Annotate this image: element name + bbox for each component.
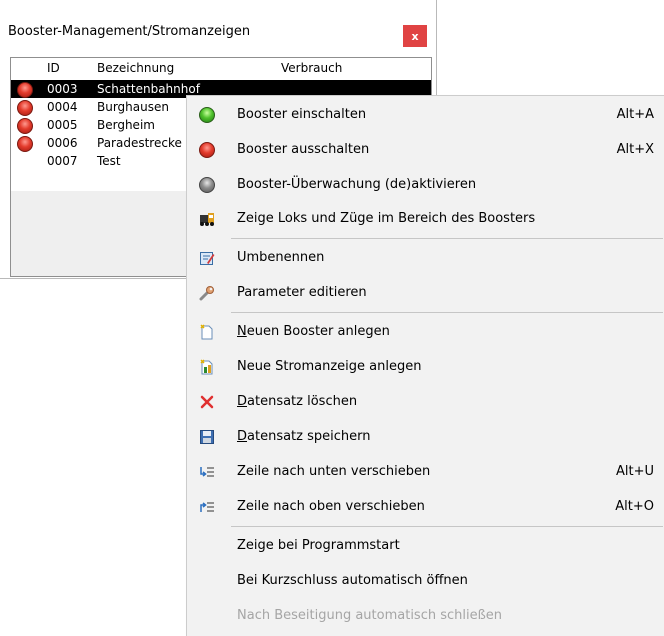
row-id: 0004 <box>47 100 78 114</box>
save-icon <box>200 430 214 444</box>
row-name: Paradestrecke <box>97 136 182 150</box>
menu-item-show-locos[interactable]: Zeige Loks und Züge im Bereich des Boost… <box>187 202 664 236</box>
menu-item-label: Neue Stromanzeige anlegen <box>237 359 422 374</box>
column-header-name[interactable]: Bezeichnung <box>97 61 174 75</box>
menu-item-move-down[interactable]: Zeile nach unten verschieben Alt+U <box>187 455 664 489</box>
menu-separator <box>231 238 663 239</box>
menu-item-label: Parameter editieren <box>237 285 367 300</box>
menu-item-label-rest: euen Booster anlegen <box>246 324 390 339</box>
menu-item-toggle-monitoring[interactable]: Booster-Überwachung (de)aktivieren <box>187 168 664 202</box>
status-red-icon <box>17 100 33 116</box>
status-red-icon <box>17 82 33 98</box>
menu-item-label: Datensatz speichern <box>237 429 370 444</box>
locomotive-icon <box>200 213 214 226</box>
menu-item-new-meter[interactable]: Neue Stromanzeige anlegen <box>187 350 664 384</box>
menu-item-label: Booster einschalten <box>237 107 367 122</box>
gray-light-icon <box>199 177 215 193</box>
row-id: 0007 <box>47 154 78 168</box>
row-id: 0005 <box>47 118 78 132</box>
menu-item-save-record[interactable]: Datensatz speichern <box>187 420 664 454</box>
move-down-icon <box>200 467 214 477</box>
menu-item-shortcut: Alt+O <box>615 499 654 514</box>
window-title: Booster-Management/Stromanzeigen <box>8 24 251 39</box>
row-name: Burghausen <box>97 100 169 114</box>
menu-item-label: Booster ausschalten <box>237 142 370 157</box>
delete-icon <box>200 395 214 409</box>
menu-item-show-at-startup[interactable]: Zeige bei Programmstart <box>187 529 664 563</box>
context-menu: Booster einschalten Alt+A Booster aussch… <box>186 95 664 636</box>
menu-separator <box>231 312 663 313</box>
menu-item-shortcut: Alt+X <box>616 142 654 157</box>
move-up-icon <box>200 502 214 512</box>
mnemonic-letter: D <box>237 394 248 409</box>
menu-item-label: Booster-Überwachung (de)aktivieren <box>237 177 477 192</box>
title-bar[interactable]: Booster-Management/Stromanzeigen x <box>0 0 436 56</box>
menu-item-label: Datensatz löschen <box>237 394 357 409</box>
menu-item-label-rest: atensatz löschen <box>247 394 358 409</box>
row-name: Test <box>97 154 121 168</box>
row-name: Bergheim <box>97 118 155 132</box>
menu-item-label: Nach Beseitigung automatisch schließen <box>237 608 503 623</box>
close-button[interactable]: x <box>403 25 427 47</box>
menu-item-booster-on[interactable]: Booster einschalten Alt+A <box>187 98 664 132</box>
row-id: 0003 <box>47 82 78 96</box>
red-light-icon <box>199 142 215 158</box>
menu-item-label: Zeige bei Programmstart <box>237 538 400 553</box>
row-id: 0006 <box>47 136 78 150</box>
status-red-icon <box>17 136 33 152</box>
new-document-icon <box>200 324 213 340</box>
mnemonic-letter: D <box>237 429 248 444</box>
menu-item-label: Neuen Booster anlegen <box>237 324 390 339</box>
menu-item-label: Bei Kurzschluss automatisch öffnen <box>237 573 468 588</box>
menu-item-shortcut: Alt+U <box>615 464 654 479</box>
list-header: ID Bezeichnung Verbrauch <box>11 58 431 78</box>
menu-item-label-rest: atensatz speichern <box>247 429 371 444</box>
menu-item-booster-off[interactable]: Booster ausschalten Alt+X <box>187 133 664 167</box>
menu-item-label: Umbenennen <box>237 250 325 265</box>
row-name: Schattenbahnhof <box>97 82 200 96</box>
green-light-icon <box>199 107 215 123</box>
menu-item-label: Zeile nach unten verschieben <box>237 464 431 479</box>
column-header-usage[interactable]: Verbrauch <box>281 61 342 75</box>
menu-separator <box>231 526 663 527</box>
menu-item-move-up[interactable]: Zeile nach oben verschieben Alt+O <box>187 490 664 524</box>
wrench-icon <box>199 286 214 301</box>
mnemonic-letter: N <box>237 324 247 339</box>
menu-item-label: Zeige Loks und Züge im Bereich des Boost… <box>237 211 536 226</box>
menu-item-label: Zeile nach oben verschieben <box>237 499 425 514</box>
menu-item-delete-record[interactable]: Datensatz löschen <box>187 385 664 419</box>
column-header-id[interactable]: ID <box>47 61 60 75</box>
menu-item-shortcut: Alt+A <box>616 107 654 122</box>
menu-item-new-booster[interactable]: Neuen Booster anlegen <box>187 315 664 349</box>
status-red-icon <box>17 118 33 134</box>
menu-item-rename[interactable]: Umbenennen <box>187 241 664 275</box>
rename-icon <box>200 252 215 265</box>
menu-item-edit-parameters[interactable]: Parameter editieren <box>187 276 664 310</box>
menu-item-open-on-short-circuit[interactable]: Bei Kurzschluss automatisch öffnen <box>187 564 664 598</box>
menu-item-close-after-fix: Nach Beseitigung automatisch schließen <box>187 599 664 633</box>
new-meter-icon <box>200 359 213 375</box>
